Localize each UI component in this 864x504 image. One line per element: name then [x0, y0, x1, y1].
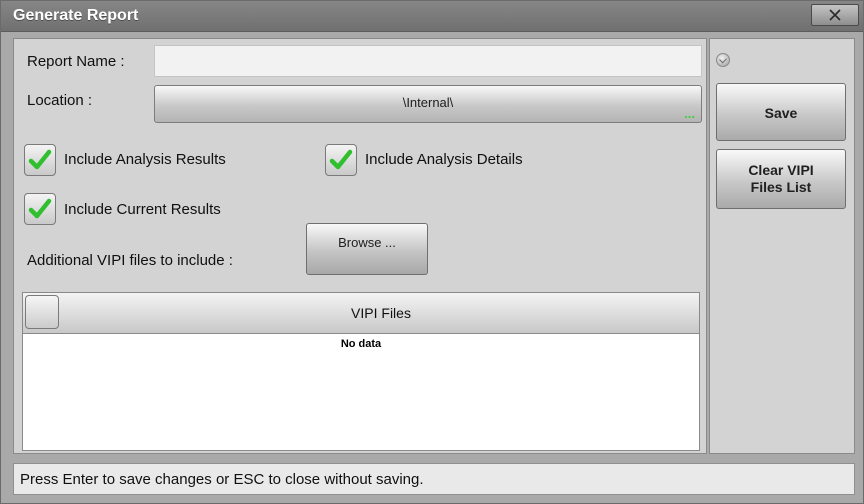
clear-vipi-files-button[interactable]: Clear VIPI Files List — [716, 149, 846, 209]
generate-report-dialog: Generate Report Report Name : Location :… — [0, 0, 864, 504]
vipi-files-header: VIPI Files — [22, 292, 700, 334]
location-button[interactable]: \Internal\ ... — [154, 85, 702, 123]
vipi-files-list[interactable]: No data — [22, 334, 700, 451]
location-value: \Internal\ — [402, 95, 454, 110]
side-panel: Save Clear VIPI Files List — [709, 38, 855, 454]
report-name-label: Report Name : — [27, 53, 125, 70]
check-icon — [28, 198, 52, 219]
check-icon — [28, 149, 52, 170]
include-current-results-label: Include Current Results — [64, 201, 221, 218]
status-indicator-icon — [716, 53, 730, 67]
browse-button[interactable]: Browse ... — [306, 223, 428, 275]
dialog-title: Generate Report — [13, 7, 139, 24]
main-panel: Report Name : Location : \Internal\ ... … — [13, 38, 707, 454]
select-all-checkbox[interactable] — [25, 295, 59, 329]
check-icon — [329, 149, 353, 170]
close-button[interactable] — [811, 4, 859, 26]
save-button[interactable]: Save — [716, 83, 846, 141]
additional-vipi-label: Additional VIPI files to include : — [27, 252, 233, 269]
vipi-files-column-title: VIPI Files — [351, 305, 411, 321]
include-analysis-details-checkbox[interactable] — [325, 144, 357, 176]
report-name-input[interactable] — [154, 45, 702, 77]
save-label: Save — [764, 105, 798, 121]
close-icon — [829, 9, 841, 21]
status-bar: Press Enter to save changes or ESC to cl… — [13, 463, 855, 495]
no-data-text: No data — [340, 338, 382, 350]
title-bar: Generate Report — [1, 1, 863, 32]
include-current-results-checkbox[interactable] — [24, 193, 56, 225]
include-analysis-results-checkbox[interactable] — [24, 144, 56, 176]
status-text: Press Enter to save changes or ESC to cl… — [20, 471, 424, 488]
browse-label: Browse ... — [338, 235, 396, 250]
clear-label-line1: Clear VIPI — [748, 162, 814, 178]
include-analysis-results-label: Include Analysis Results — [64, 151, 226, 168]
more-dots-icon: ... — [684, 106, 695, 121]
clear-label-line2: Files List — [750, 179, 812, 195]
location-label: Location : — [27, 92, 93, 109]
include-analysis-details-label: Include Analysis Details — [365, 151, 523, 168]
